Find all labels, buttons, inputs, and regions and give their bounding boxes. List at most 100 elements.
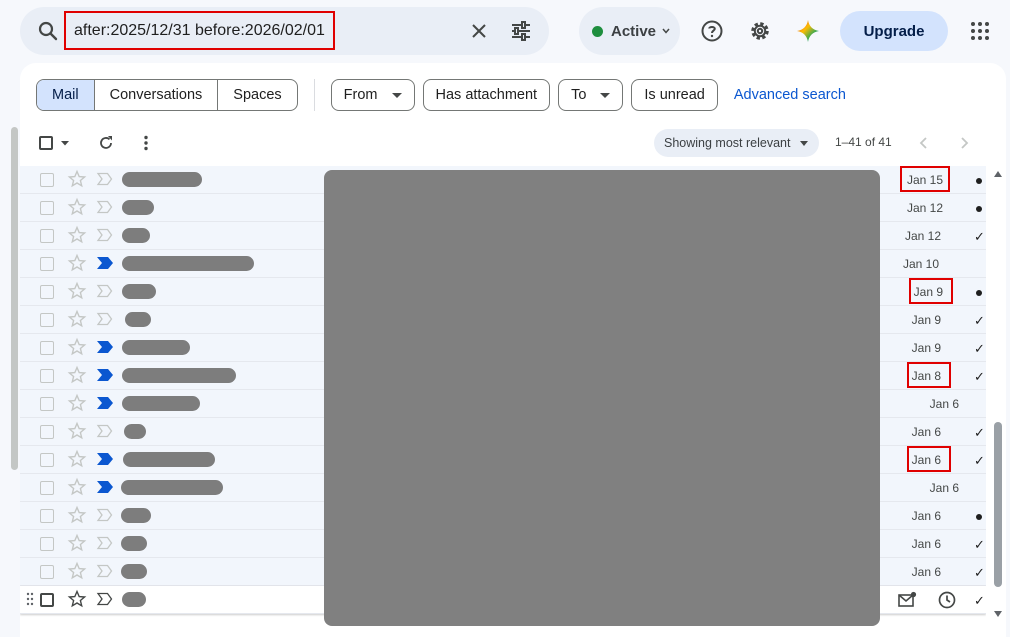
- is-unread-chip[interactable]: Is unread: [631, 79, 718, 111]
- star-icon[interactable]: [67, 365, 87, 385]
- snooze-clock-icon[interactable]: [937, 590, 957, 610]
- chevron-left-icon[interactable]: [914, 133, 934, 153]
- to-filter-chip[interactable]: To: [558, 79, 624, 111]
- gear-icon[interactable]: [748, 19, 772, 43]
- important-marker-icon[interactable]: [96, 283, 114, 299]
- close-icon[interactable]: [467, 19, 491, 43]
- refresh-icon[interactable]: [96, 133, 116, 153]
- tab-mail[interactable]: Mail: [37, 80, 95, 110]
- star-icon[interactable]: [67, 225, 87, 245]
- search-box[interactable]: after:2025/12/31 before:2026/02/01: [20, 7, 549, 55]
- redacted-sender: [122, 592, 146, 607]
- filter-chip-row: Mail Conversations Spaces From Has attac…: [36, 79, 846, 111]
- important-marker-icon[interactable]: [96, 423, 114, 439]
- star-icon[interactable]: [67, 197, 87, 217]
- status-selector[interactable]: Active: [579, 7, 680, 55]
- row-checkbox[interactable]: [40, 425, 54, 439]
- important-marker-icon[interactable]: [96, 171, 114, 187]
- from-filter-chip[interactable]: From: [330, 79, 415, 111]
- redacted-sender: [122, 368, 236, 383]
- sort-label: Showing most relevant: [664, 136, 791, 150]
- row-checkbox[interactable]: [40, 257, 54, 271]
- date-highlight-box: [900, 166, 950, 192]
- redacted-sender: [123, 452, 215, 467]
- row-checkbox[interactable]: [40, 285, 54, 299]
- row-checkbox[interactable]: [40, 369, 54, 383]
- has-attachment-label: Has attachment: [435, 87, 538, 103]
- row-checkbox[interactable]: [40, 173, 54, 187]
- more-vert-icon[interactable]: [136, 133, 156, 153]
- star-icon[interactable]: [67, 309, 87, 329]
- important-marker-icon[interactable]: [96, 255, 114, 271]
- has-attachment-chip[interactable]: Has attachment: [422, 79, 551, 111]
- apps-grid-icon[interactable]: [968, 19, 992, 43]
- row-checkbox[interactable]: [40, 509, 54, 523]
- tab-spaces[interactable]: Spaces: [218, 80, 296, 110]
- important-marker-icon[interactable]: [96, 535, 114, 551]
- star-icon[interactable]: [67, 589, 87, 609]
- row-checkbox[interactable]: [40, 397, 54, 411]
- row-checkbox[interactable]: [40, 453, 54, 467]
- right-scrollbar[interactable]: [994, 422, 1002, 587]
- row-checkbox[interactable]: [40, 341, 54, 355]
- top-bar: after:2025/12/31 before:2026/02/01 Activ…: [0, 0, 1010, 62]
- caret-down-icon: [600, 92, 611, 98]
- important-marker-icon[interactable]: [96, 591, 114, 607]
- row-checkbox[interactable]: [40, 537, 54, 551]
- star-icon[interactable]: [67, 533, 87, 553]
- help-icon[interactable]: [700, 19, 724, 43]
- redacted-sender: [122, 228, 150, 243]
- sort-selector[interactable]: Showing most relevant: [654, 129, 819, 157]
- search-options-icon[interactable]: [509, 19, 533, 43]
- important-marker-icon[interactable]: [96, 507, 114, 523]
- advanced-search-link[interactable]: Advanced search: [734, 87, 846, 103]
- important-marker-icon[interactable]: [96, 395, 114, 411]
- important-marker-icon[interactable]: [96, 199, 114, 215]
- star-icon[interactable]: [67, 337, 87, 357]
- important-marker-icon[interactable]: [96, 479, 114, 495]
- tab-conversations[interactable]: Conversations: [95, 80, 219, 110]
- star-icon[interactable]: [67, 477, 87, 497]
- redacted-sender: [122, 200, 154, 215]
- important-marker-icon[interactable]: [96, 367, 114, 383]
- to-filter-label: To: [571, 87, 587, 103]
- row-checkbox[interactable]: [40, 229, 54, 243]
- row-checkbox[interactable]: [40, 593, 54, 607]
- scroll-up-arrow-icon[interactable]: [994, 171, 1002, 177]
- scroll-down-arrow-icon[interactable]: [994, 611, 1002, 617]
- row-checkbox[interactable]: [40, 313, 54, 327]
- search-input[interactable]: after:2025/12/31 before:2026/02/01: [74, 22, 325, 40]
- redacted-sender: [121, 536, 147, 551]
- star-icon[interactable]: [67, 393, 87, 413]
- important-marker-icon[interactable]: [96, 563, 114, 579]
- important-marker-icon[interactable]: [96, 227, 114, 243]
- search-icon[interactable]: [36, 19, 60, 43]
- unread-dot-icon: [976, 290, 982, 296]
- select-all-checkbox[interactable]: [39, 136, 53, 150]
- chevron-down-icon: [662, 28, 670, 34]
- row-checkbox[interactable]: [40, 565, 54, 579]
- important-marker-icon[interactable]: [96, 311, 114, 327]
- star-icon[interactable]: [67, 253, 87, 273]
- star-icon[interactable]: [67, 561, 87, 581]
- row-date: Jan 6: [929, 481, 959, 495]
- star-icon[interactable]: [67, 169, 87, 189]
- chevron-right-icon[interactable]: [954, 133, 974, 153]
- drag-handle-icon[interactable]: [26, 592, 34, 606]
- row-checkbox[interactable]: [40, 481, 54, 495]
- redacted-sender: [121, 508, 151, 523]
- important-marker-icon[interactable]: [96, 339, 114, 355]
- star-icon[interactable]: [67, 505, 87, 525]
- left-scrollbar[interactable]: [11, 127, 18, 470]
- caret-down-icon[interactable]: [60, 138, 70, 148]
- star-icon[interactable]: [67, 421, 87, 441]
- read-check-icon: ✓: [974, 593, 985, 608]
- important-marker-icon[interactable]: [96, 451, 114, 467]
- star-icon[interactable]: [67, 281, 87, 301]
- row-checkbox[interactable]: [40, 201, 54, 215]
- upgrade-button[interactable]: Upgrade: [840, 11, 948, 51]
- star-icon[interactable]: [67, 449, 87, 469]
- gemini-icon[interactable]: [796, 19, 820, 43]
- mark-unread-icon[interactable]: [897, 590, 917, 610]
- row-date: Jan 6: [911, 537, 941, 551]
